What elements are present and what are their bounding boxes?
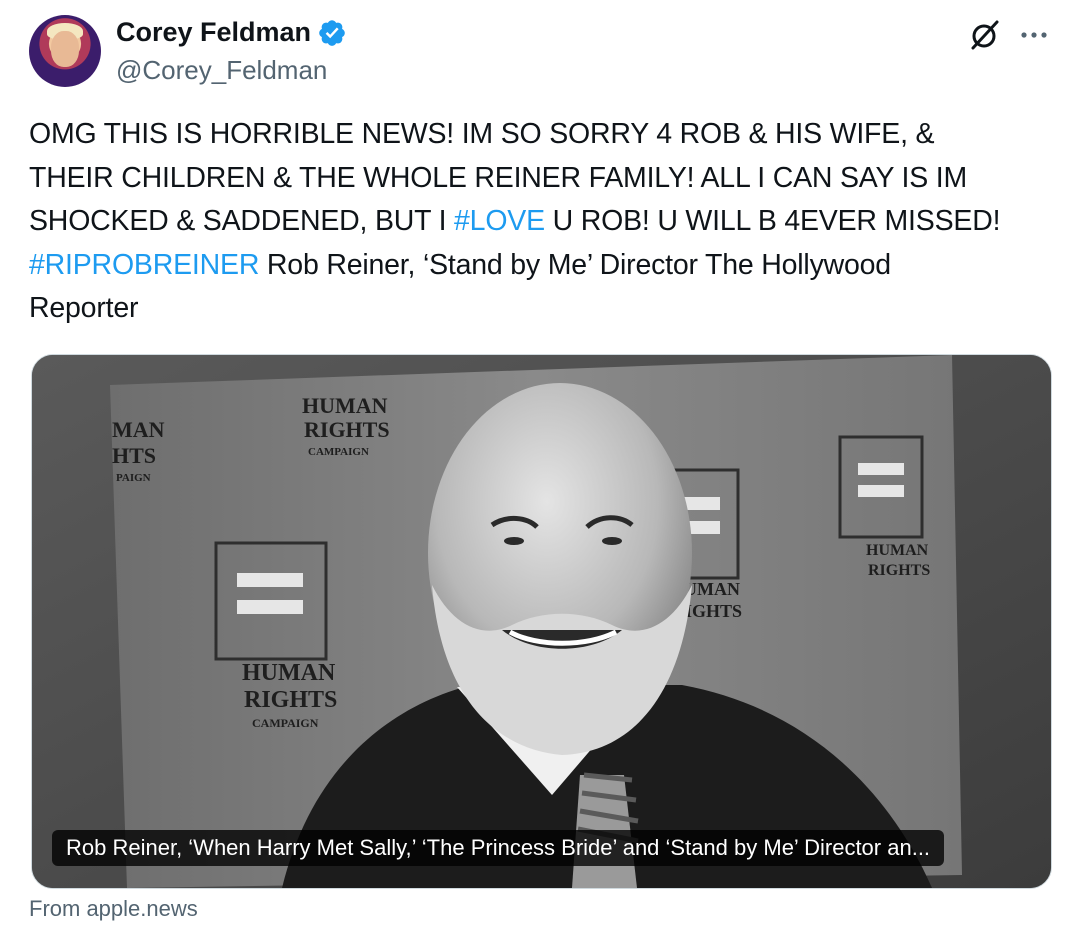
tweet-text-segment: SHOCKED & SADDENED, BUT I	[29, 205, 455, 237]
backdrop-text: RIGHTS	[868, 562, 930, 579]
backdrop-text: CAMPAIGN	[308, 446, 369, 458]
rob-reiner-photo: HUMAN RIGHTS CAMPAIGN HUMAN RIGHTS CAMPA…	[32, 355, 1051, 888]
hashtag-link[interactable]: #RIPROBREINER	[29, 249, 259, 281]
tweet-text-line: OMG THIS IS HORRIBLE NEWS! IM SO SORRY 4…	[29, 113, 1049, 157]
backdrop-text: HUMAN	[866, 542, 929, 559]
tweet-text-segment: Rob Reiner, ‘Stand by Me’ Director The H…	[259, 248, 891, 281]
avatar-face	[51, 31, 79, 67]
media-card[interactable]: HUMAN RIGHTS CAMPAIGN HUMAN RIGHTS CAMPA…	[31, 354, 1052, 889]
backdrop-text: RIGHTS	[244, 687, 337, 713]
backdrop-text: PAIGN	[116, 472, 151, 484]
tweet: Corey Feldman @Corey_Feldman OMG THIS IS…	[0, 0, 1074, 929]
tweet-text-segment: THEIR CHILDREN & THE WHOLE REINER FAMILY…	[29, 161, 968, 194]
backdrop-text: HUMAN	[242, 660, 336, 686]
tweet-text-segment: OMG THIS IS HORRIBLE NEWS! IM SO SORRY 4…	[29, 118, 935, 150]
avatar[interactable]	[29, 15, 101, 87]
verified-badge-icon	[319, 19, 345, 46]
tweet-text-segment: U ROB! U WILL B 4EVER MISSED!	[544, 205, 1001, 237]
backdrop-text: HTS	[112, 443, 156, 468]
grok-icon[interactable]	[968, 18, 1002, 52]
backdrop-text: RIGHTS	[304, 417, 390, 442]
backdrop-text: MAN	[112, 417, 165, 442]
handle[interactable]: @Corey_Feldman	[116, 55, 327, 86]
tweet-text-line: THEIR CHILDREN & THE WHOLE REINER FAMILY…	[29, 157, 1049, 201]
tweet-text-segment: Reporter	[29, 292, 139, 324]
tweet-text-line: SHOCKED & SADDENED, BUT I #LOVE U ROB! U…	[29, 200, 1049, 244]
link-card-title[interactable]: Rob Reiner, ‘When Harry Met Sally,’ ‘The…	[52, 830, 945, 866]
tweet-text-line: Reporter	[29, 287, 1049, 331]
display-name[interactable]: Corey Feldman	[116, 17, 311, 48]
backdrop-text: HUMAN	[302, 393, 388, 418]
link-source[interactable]: From apple.news	[29, 896, 198, 922]
more-options-icon[interactable]	[1018, 20, 1050, 50]
hashtag-link[interactable]: #LOVE	[454, 205, 545, 237]
tweet-text-line: #RIPROBREINER Rob Reiner, ‘Stand by Me’ …	[29, 244, 1049, 288]
backdrop-text: CAMPAIGN	[252, 716, 319, 730]
display-name-row[interactable]: Corey Feldman	[116, 17, 347, 48]
tweet-text: OMG THIS IS HORRIBLE NEWS! IM SO SORRY 4…	[29, 113, 1049, 331]
